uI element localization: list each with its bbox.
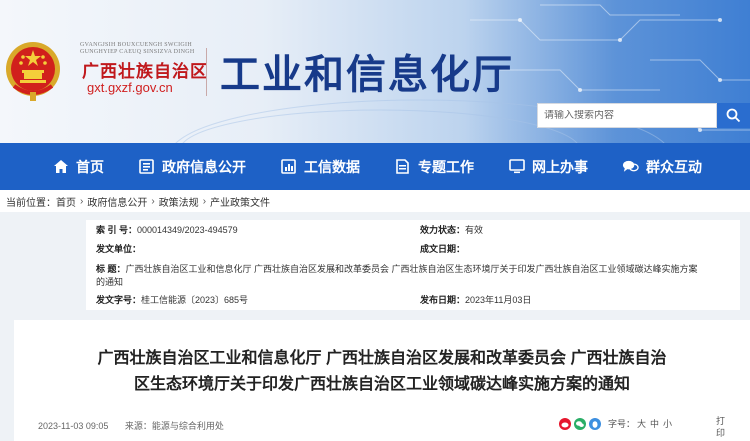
- nav-item-label: 政府信息公开: [162, 158, 246, 175]
- info-date-row: 成文日期：: [420, 243, 465, 256]
- pubdate-value: 2023年11月03日: [465, 295, 532, 305]
- site-pinyin: GVANGJSIH BOUXCUENGH SWCIGIH GUNGHYIEP C…: [80, 42, 195, 55]
- breadcrumb-policies[interactable]: 政策法规: [159, 194, 199, 209]
- nav-item-interaction[interactable]: 群众互动: [622, 143, 702, 190]
- article-title-line-2: 区生态环境厅关于印发广西壮族自治区工业领域碳达峰实施方案的通知: [133, 376, 630, 393]
- breadcrumb-separator: ›: [202, 195, 207, 207]
- list-icon: [138, 158, 155, 175]
- breadcrumb-separator: ›: [151, 195, 155, 207]
- nav-item-label: 工信数据: [304, 158, 360, 175]
- info-validity-row: 效力状态：有效: [420, 224, 483, 237]
- article-source: 来源：能源与综合利用处: [124, 421, 224, 431]
- nav-item-gov-info[interactable]: 政府信息公开: [138, 143, 246, 190]
- article-meta: 2023-11-03 09:05 来源：能源与综合利用处: [38, 419, 224, 432]
- docno-label: 发文字号：: [96, 295, 142, 305]
- page: GVANGJSIH BOUXCUENGH SWCIGIH GUNGHYIEP C…: [0, 0, 750, 441]
- info-issuer-row: 发文单位：: [96, 243, 141, 256]
- breadcrumb-home[interactable]: 首页: [56, 194, 76, 209]
- title-label: 标 题：: [96, 264, 126, 274]
- info-index-row: 索 引 号：000014349/2023-494579: [96, 224, 238, 237]
- chart-icon: [280, 158, 297, 175]
- header-divider: [206, 48, 207, 96]
- breadcrumb-prefix: 当前位置：: [6, 197, 56, 209]
- title-value-line-2: 的通知: [96, 277, 124, 287]
- document-info-table: 索 引 号：000014349/2023-494579 效力状态：有效 发文单位…: [86, 220, 740, 310]
- validity-value: 有效: [465, 225, 484, 235]
- nav-item-online-services[interactable]: 网上办事: [508, 143, 588, 190]
- search-box[interactable]: [537, 103, 717, 128]
- home-icon: [52, 158, 69, 175]
- chat-icon: [622, 158, 639, 175]
- article-title: 广西壮族自治区工业和信息化厅 广西壮族自治区发展和改革委员会 广西壮族自治 区生…: [14, 346, 750, 398]
- document-icon: [394, 158, 411, 175]
- nav-item-label: 群众互动: [646, 158, 702, 175]
- main-nav: 首页 政府信息公开 工信数据 专题工作 网上办事 群众互动: [0, 143, 750, 190]
- weibo-share-icon[interactable]: [559, 417, 571, 430]
- pubdate-label: 发布日期：: [420, 295, 466, 305]
- font-size-small[interactable]: 小: [663, 417, 672, 430]
- font-size-medium[interactable]: 中: [650, 417, 659, 430]
- article-title-line-1: 广西壮族自治区工业和信息化厅 广西壮族自治区发展和改革委员会 广西壮族自治: [97, 350, 667, 367]
- info-pubdate-row: 发布日期：2023年11月03日: [420, 294, 531, 307]
- article-tools: 字号： 大 中 小: [559, 417, 672, 430]
- nav-item-label: 专题工作: [418, 158, 474, 175]
- wechat-share-icon[interactable]: [574, 417, 586, 430]
- nav-item-topics[interactable]: 专题工作: [394, 143, 474, 190]
- validity-label: 效力状态：: [420, 225, 466, 235]
- breadcrumb-separator: ›: [80, 195, 84, 207]
- index-label: 索 引 号：: [96, 225, 138, 235]
- info-title-row: 标 题：广西壮族自治区工业和信息化厅 广西壮族自治区发展和改革委员会 广西壮族自…: [96, 263, 736, 289]
- nav-item-label: 网上办事: [532, 158, 588, 175]
- national-emblem-icon: [6, 42, 60, 101]
- search-icon: [726, 108, 741, 123]
- title-value-line-1: 广西壮族自治区工业和信息化厅 广西壮族自治区发展和改革委员会 广西壮族自治区生态…: [125, 264, 698, 274]
- department-title: 工业和信息化厅: [220, 52, 514, 98]
- info-title-line-1: 标 题：广西壮族自治区工业和信息化厅 广西壮族自治区发展和改革委员会 广西壮族自…: [96, 263, 736, 276]
- article-datetime: 2023-11-03 09:05: [38, 421, 109, 431]
- site-header: GVANGJSIH BOUXCUENGH SWCIGIH GUNGHYIEP C…: [0, 0, 750, 143]
- qq-share-icon[interactable]: [589, 417, 601, 430]
- site-domain: gxt.gxzf.gov.cn: [87, 80, 173, 95]
- issuer-label: 发文单位：: [96, 244, 142, 254]
- search-button[interactable]: [717, 103, 750, 128]
- font-size-label: 字号：: [608, 419, 636, 429]
- info-docno-row: 发文字号：桂工信能源〔2023〕685号: [96, 294, 248, 307]
- nav-item-data[interactable]: 工信数据: [280, 143, 360, 190]
- article: 广西壮族自治区工业和信息化厅 广西壮族自治区发展和改革委员会 广西壮族自治 区生…: [14, 320, 750, 441]
- index-value: 000014349/2023-494579: [137, 225, 238, 235]
- font-size-large[interactable]: 大: [637, 417, 646, 430]
- breadcrumb-gov-info[interactable]: 政府信息公开: [87, 194, 147, 209]
- monitor-icon: [508, 158, 525, 175]
- breadcrumb-industry-policy[interactable]: 产业政策文件: [210, 194, 270, 209]
- print-button[interactable]: 打印: [716, 415, 726, 439]
- search-input[interactable]: [544, 110, 710, 121]
- date-label: 成文日期：: [420, 244, 466, 254]
- region-name: 广西壮族自治区: [82, 62, 208, 81]
- nav-item-home[interactable]: 首页: [52, 143, 104, 190]
- docno-value: 桂工信能源〔2023〕685号: [141, 295, 249, 305]
- breadcrumb: 当前位置： 首页 › 政府信息公开 › 政策法规 › 产业政策文件: [0, 190, 750, 212]
- nav-item-label: 首页: [76, 158, 104, 175]
